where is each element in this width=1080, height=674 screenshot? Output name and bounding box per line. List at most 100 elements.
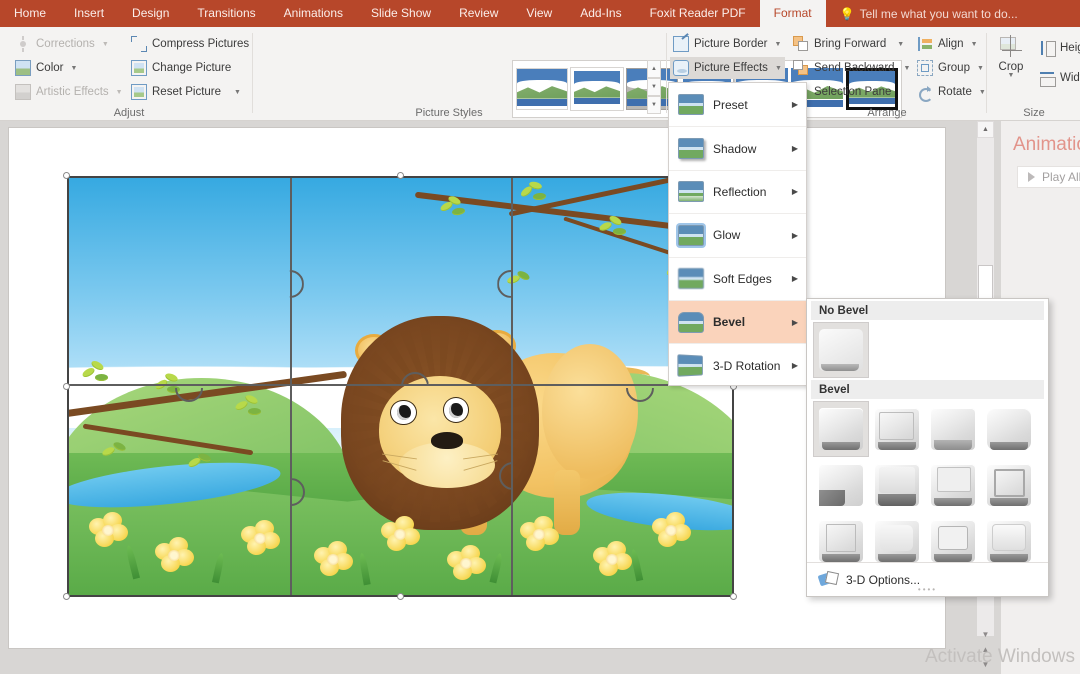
play-all-button[interactable]: Play All <box>1017 166 1080 188</box>
ribbon-group-adjust: Corrections ▼ Color ▼ Artistic Effects ▼… <box>6 27 252 121</box>
3d-rotation-icon <box>677 354 703 377</box>
gallery-scroll-down-icon[interactable]: ▼ <box>647 78 661 96</box>
tell-me-search[interactable]: 💡 Tell me what you want to do... <box>840 7 1018 21</box>
scroll-down-icon[interactable]: ▼ <box>979 628 993 640</box>
tab-transitions[interactable]: Transitions <box>183 0 269 27</box>
bevel-option-cool-slant[interactable] <box>981 401 1037 457</box>
bevel-option-no-bevel[interactable] <box>813 322 869 378</box>
tab-add-ins[interactable]: Add-Ins <box>566 0 635 27</box>
reset-picture-button[interactable]: Reset Picture ▼ <box>128 81 244 103</box>
picture-border-label: Picture Border <box>694 38 768 50</box>
bevel-option-cross[interactable] <box>925 401 981 457</box>
gallery-scroll-buttons[interactable]: ▲ ▼ ▼ <box>647 60 661 118</box>
menu-grip[interactable]: •••• <box>807 585 1048 594</box>
chevron-down-icon: ▼ <box>70 65 77 72</box>
picture-effects-button[interactable]: Picture Effects ▼ <box>670 57 785 79</box>
tab-insert[interactable]: Insert <box>60 0 118 27</box>
compress-pictures-button[interactable]: Compress Pictures <box>128 33 252 55</box>
color-button[interactable]: Color ▼ <box>12 57 80 79</box>
menu-item-label: Shadow <box>713 142 756 156</box>
group-separator <box>666 33 667 113</box>
width-icon <box>1039 70 1055 86</box>
bring-forward-button[interactable]: Bring Forward ▼ <box>790 33 907 55</box>
picture-style-thumb[interactable] <box>516 68 568 110</box>
width-label: Width <box>1060 72 1080 84</box>
chevron-down-icon: ▼ <box>116 89 123 96</box>
chevron-right-icon: ▶ <box>792 231 798 240</box>
chevron-down-icon: ▼ <box>897 41 904 48</box>
bring-forward-label: Bring Forward <box>814 38 886 50</box>
menu-item-preset[interactable]: Preset ▶ <box>669 83 806 126</box>
picture-style-thumb[interactable] <box>571 68 623 110</box>
bevel-row-3 <box>807 513 1048 569</box>
bevel-option-angle[interactable] <box>813 457 869 513</box>
ribbon-group-size: Crop ▼ Height Width Size <box>988 27 1080 121</box>
puzzle-picture[interactable] <box>67 176 734 597</box>
align-label: Align <box>938 38 964 50</box>
chevron-down-icon: ▼ <box>775 41 782 48</box>
tab-design[interactable]: Design <box>118 0 183 27</box>
group-button[interactable]: Group ▼ <box>914 57 987 79</box>
bevel-option-soft-round[interactable] <box>869 457 925 513</box>
bevel-submenu[interactable]: No Bevel Bevel 3-D Options... •••• <box>806 298 1049 597</box>
tab-slide-show[interactable]: Slide Show <box>357 0 445 27</box>
align-button[interactable]: Align ▼ <box>914 33 981 55</box>
chevron-right-icon: ▶ <box>792 187 798 196</box>
menu-item-label: Bevel <box>713 315 745 329</box>
change-picture-button[interactable]: Change Picture <box>128 57 234 79</box>
resize-handle[interactable] <box>63 593 70 600</box>
gallery-more-icon[interactable]: ▼ <box>647 96 661 114</box>
bevel-option-convex[interactable] <box>925 457 981 513</box>
corrections-button[interactable]: Corrections ▼ <box>12 33 112 55</box>
rotate-button[interactable]: Rotate ▼ <box>914 81 989 103</box>
leaf-cluster <box>520 182 546 208</box>
artistic-effects-button[interactable]: Artistic Effects ▼ <box>12 81 126 103</box>
ribbon-tab-bar: Home Insert Design Transitions Animation… <box>0 0 1080 27</box>
flower <box>381 516 421 554</box>
bevel-option-art-deco[interactable] <box>981 513 1037 569</box>
tab-format[interactable]: Format <box>760 0 826 27</box>
tab-view[interactable]: View <box>512 0 566 27</box>
width-field[interactable]: Width <box>1036 67 1080 89</box>
group-label: Group <box>938 62 970 74</box>
bevel-option-slope[interactable] <box>981 457 1037 513</box>
bevel-option-hard-edge[interactable] <box>925 513 981 569</box>
scroll-up-icon[interactable]: ▲ <box>977 121 994 138</box>
crop-button[interactable]: Crop ▼ <box>990 31 1032 93</box>
menu-item-soft-edges[interactable]: Soft Edges ▶ <box>669 257 806 300</box>
picture-border-icon <box>673 36 689 52</box>
group-icon <box>917 60 933 76</box>
flower <box>593 541 633 579</box>
lion-haunch <box>542 344 638 479</box>
picture-border-button[interactable]: Picture Border ▼ <box>670 33 784 55</box>
tab-animations[interactable]: Animations <box>270 0 357 27</box>
send-backward-button[interactable]: Send Backward ▼ <box>790 57 913 79</box>
bevel-option-relaxed-inset[interactable] <box>869 401 925 457</box>
bevel-option-riblet[interactable] <box>869 513 925 569</box>
gallery-scroll-up-icon[interactable]: ▲ <box>647 60 661 78</box>
bevel-option-divot[interactable] <box>813 513 869 569</box>
menu-item-label: Soft Edges <box>713 272 772 286</box>
tab-foxit-reader-pdf[interactable]: Foxit Reader PDF <box>636 0 760 27</box>
tab-review[interactable]: Review <box>445 0 512 27</box>
resize-handle[interactable] <box>63 383 70 390</box>
resize-handle[interactable] <box>63 172 70 179</box>
menu-item-3d-rotation[interactable]: 3-D Rotation ▶ <box>669 343 806 386</box>
group-label-size: Size <box>988 107 1080 119</box>
menu-item-reflection[interactable]: Reflection ▶ <box>669 170 806 213</box>
resize-handle[interactable] <box>397 593 404 600</box>
rotate-icon <box>917 84 933 100</box>
change-picture-label: Change Picture <box>152 62 231 74</box>
height-field[interactable]: Height <box>1036 37 1080 59</box>
color-label: Color <box>36 62 63 74</box>
resize-handle[interactable] <box>397 172 404 179</box>
resize-handle[interactable] <box>730 593 737 600</box>
chevron-down-icon: ▼ <box>102 41 109 48</box>
reflection-icon <box>678 181 704 202</box>
picture-effects-menu[interactable]: Preset ▶ Shadow ▶ Reflection ▶ Glow ▶ So… <box>668 82 807 386</box>
menu-item-bevel[interactable]: Bevel ▶ <box>669 300 806 343</box>
tab-home[interactable]: Home <box>0 0 60 27</box>
menu-item-glow[interactable]: Glow ▶ <box>669 213 806 256</box>
bevel-option-circle[interactable] <box>813 401 869 457</box>
menu-item-shadow[interactable]: Shadow ▶ <box>669 126 806 169</box>
